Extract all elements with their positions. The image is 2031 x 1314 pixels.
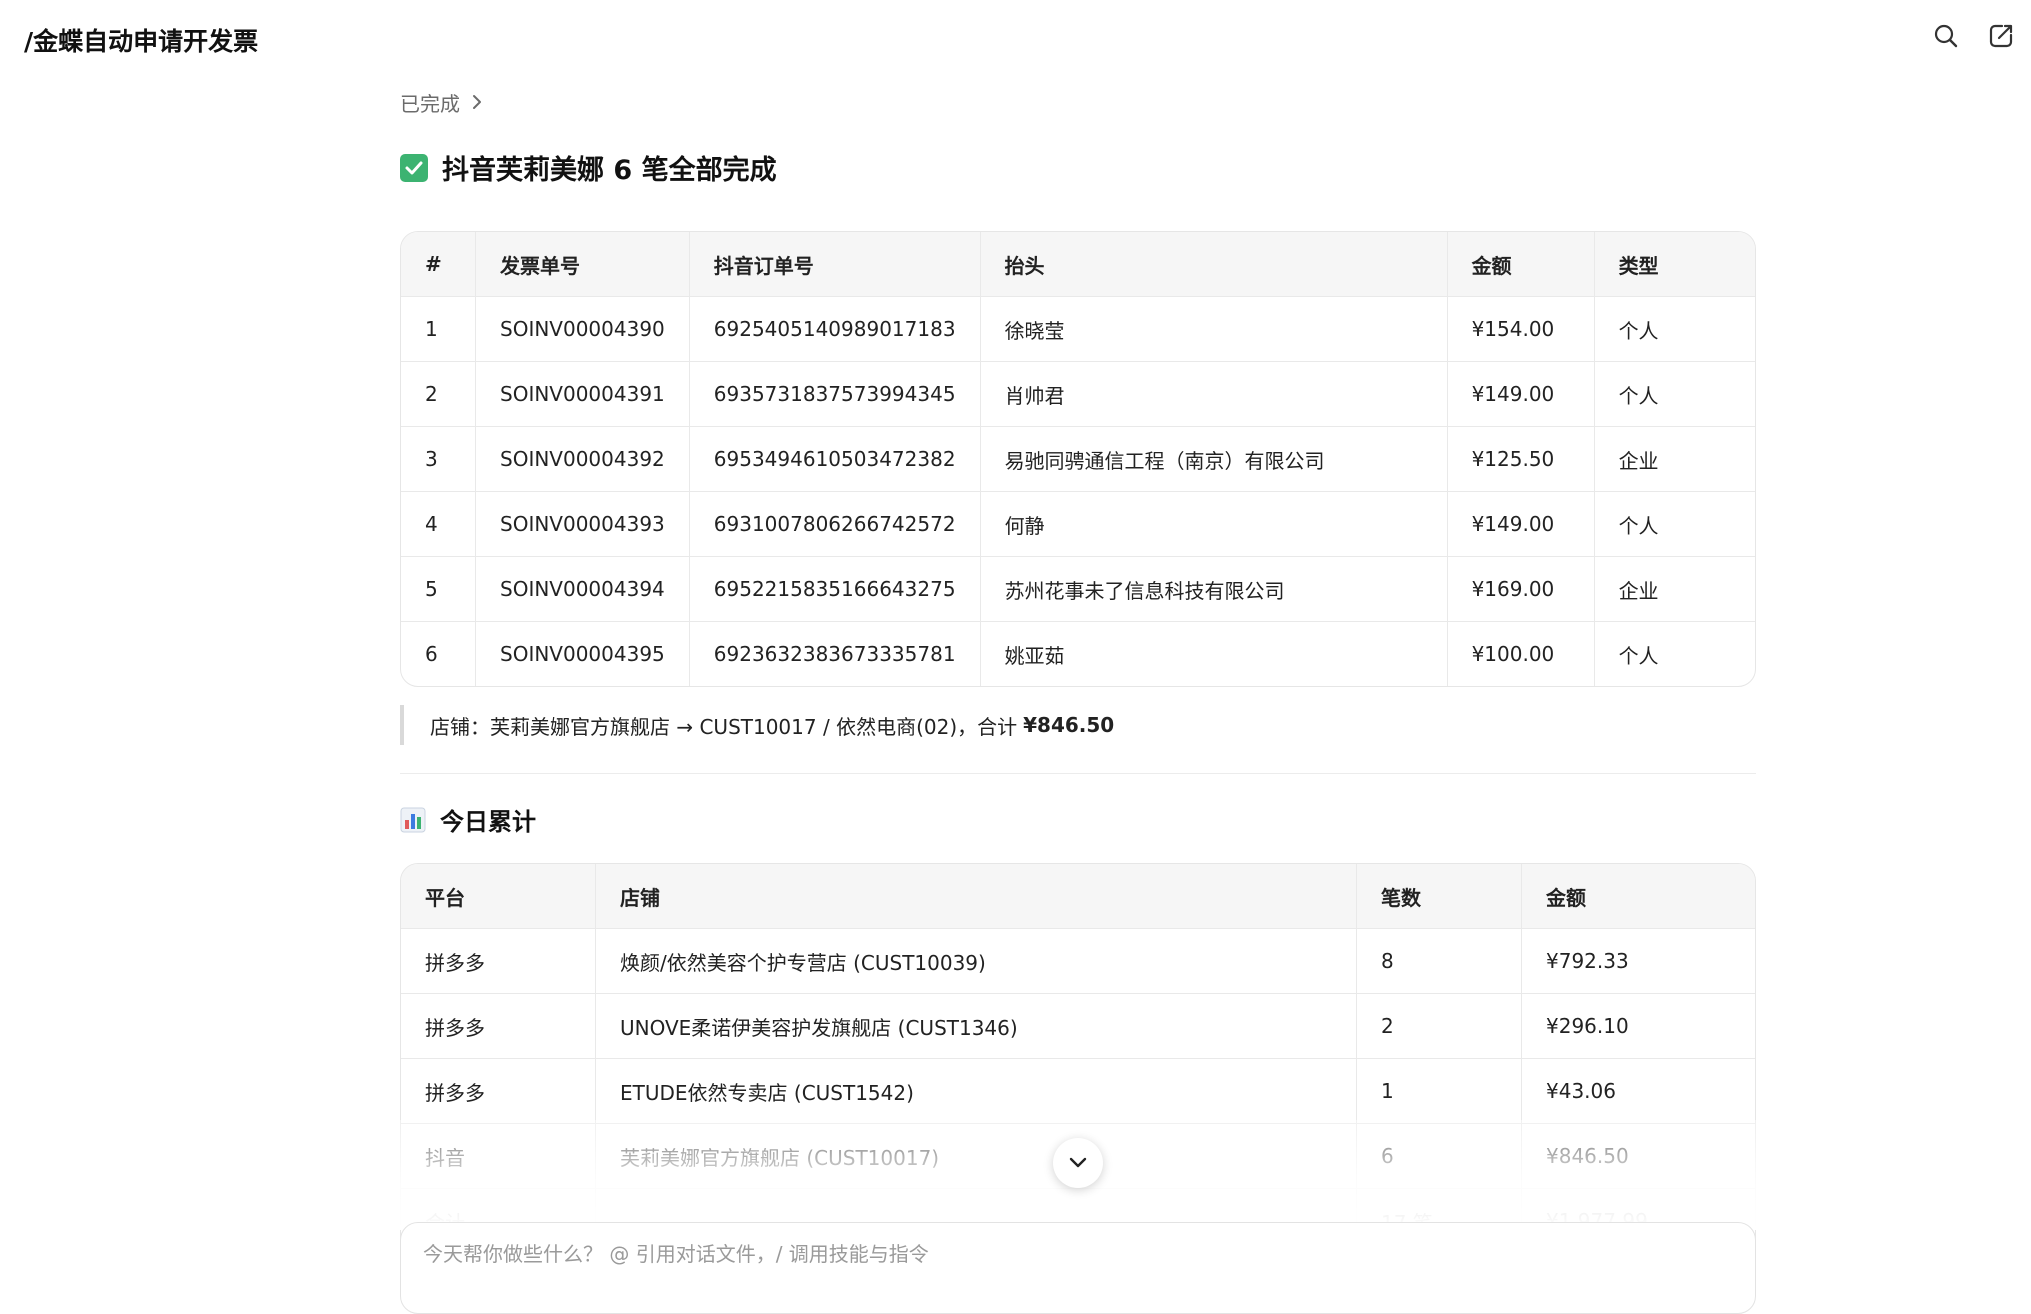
cell-order-no: 6931007806266742572 (689, 491, 981, 557)
column-header: 店铺 (595, 864, 1357, 929)
cell-order-no: 6923632383673335781 (689, 621, 981, 686)
store-summary-note: 店铺：芙莉美娜官方旗舰店 → CUST10017 / 依然电商(02)，合计 ¥… (400, 705, 1756, 745)
cell-count: 1 (1356, 1058, 1522, 1124)
cell-store: ETUDE依然专卖店 (CUST1542) (595, 1058, 1357, 1124)
scroll-to-bottom-button[interactable] (1053, 1138, 1103, 1188)
cell-index: 3 (401, 426, 476, 492)
column-header: 类型 (1594, 232, 1755, 297)
status-toggle[interactable]: 已完成 (400, 80, 484, 124)
table-row: 2 SOINV00004391 6935731837573994345 肖帅君 … (401, 361, 1755, 427)
cell-amount: ¥792.33 (1521, 928, 1755, 994)
cell-index: 6 (401, 621, 476, 686)
table-row: 6 SOINV00004395 6923632383673335781 姚亚茹 … (401, 621, 1755, 686)
cell-buyer: 肖帅君 (980, 361, 1448, 427)
cell-store: 焕颜/依然美容个护专营店 (CUST10039) (595, 928, 1357, 994)
cell-amount: ¥43.06 (1521, 1058, 1755, 1124)
daily-title: 今日累计 (440, 808, 536, 836)
cell-invoice-no: SOINV00004391 (475, 361, 690, 427)
chevron-down-icon (1069, 1157, 1087, 1168)
column-header: 抬头 (980, 232, 1448, 297)
cell-buyer: 姚亚茹 (980, 621, 1448, 686)
table-row: 5 SOINV00004394 6952215835166643275 苏州花事… (401, 556, 1755, 622)
chevron-right-icon (473, 95, 481, 109)
cell-amount: ¥154.00 (1447, 296, 1595, 362)
cell-amount: ¥296.10 (1521, 993, 1755, 1059)
cell-buyer: 何静 (980, 491, 1448, 557)
cell-count: 2 (1356, 993, 1522, 1059)
cell-invoice-no: SOINV00004392 (475, 426, 690, 492)
cell-invoice-no: SOINV00004395 (475, 621, 690, 686)
cell-order-no: 6935731837573994345 (689, 361, 981, 427)
cell-count: 6 (1356, 1123, 1522, 1189)
cell-platform: 拼多多 (401, 993, 596, 1059)
cell-type: 个人 (1594, 491, 1755, 557)
column-header: # (401, 232, 476, 297)
result-heading: 抖音芙莉美娜 6 笔全部完成 (400, 148, 1756, 187)
cell-buyer: 徐晓莹 (980, 296, 1448, 362)
cell-amount: ¥149.00 (1447, 361, 1595, 427)
cell-store: UNOVE柔诺伊美容护发旗舰店 (CUST1346) (595, 993, 1357, 1059)
cell-index: 1 (401, 296, 476, 362)
cell-type: 个人 (1594, 296, 1755, 362)
store-summary-text: 店铺：芙莉美娜官方旗舰店 → CUST10017 / 依然电商(02)，合计 (430, 714, 1018, 739)
cell-type: 企业 (1594, 556, 1755, 622)
table-row: 拼多多 ETUDE依然专卖店 (CUST1542) 1 ¥43.06 (401, 1058, 1755, 1124)
cell-amount: ¥169.00 (1447, 556, 1595, 622)
cell-invoice-no: SOINV00004394 (475, 556, 690, 622)
cell-type: 个人 (1618, 643, 1659, 668)
column-header: 金额 (1521, 864, 1755, 929)
invoice-table: # 发票单号 抖音订单号 抬头 金额 类型 1 SOINV00004390 69… (400, 231, 1756, 687)
cell-order-no: 6925405140989017183 (689, 296, 981, 362)
cell-invoice-no: SOINV00004390 (475, 296, 690, 362)
top-bar: /金蝶自动申请开发票 (0, 0, 2031, 80)
section-divider (400, 773, 1756, 774)
cell-index: 4 (401, 491, 476, 557)
cell-amount: ¥149.00 (1447, 491, 1595, 557)
cell-type: 企业 (1594, 426, 1755, 492)
table-row: 1 SOINV00004390 6925405140989017183 徐晓莹 … (401, 296, 1755, 362)
cell-platform: 拼多多 (401, 928, 596, 994)
table-row: 3 SOINV00004392 6953494610503472382 易驰同骋… (401, 426, 1755, 492)
column-header: 抖音订单号 (689, 232, 981, 297)
cell-amount: ¥846.50 (1521, 1123, 1755, 1189)
daily-summary-table: 平台 店铺 笔数 金额 拼多多 焕颜/依然美容个护专营店 (CUST10039)… (400, 863, 1756, 1254)
status-label: 已完成 (400, 91, 460, 116)
cell-amount: ¥125.50 (1447, 426, 1595, 492)
cell-type: 个人 (1594, 361, 1755, 427)
cell-order-no: 6952215835166643275 (689, 556, 981, 622)
cell-invoice-no: SOINV00004393 (475, 491, 690, 557)
table-row: 4 SOINV00004393 6931007806266742572 何静 ¥… (401, 491, 1755, 557)
store-summary-total: ¥846.50 (1023, 713, 1115, 737)
cell-amount: ¥100.00 (1447, 621, 1595, 686)
main-content: 已完成 抖音芙莉美娜 6 笔全部完成 # 发票单号 抖音订单号 抬头 金额 类型 (400, 80, 1756, 1254)
chat-composer (400, 1222, 1756, 1314)
share-icon[interactable] (1985, 20, 2017, 52)
column-header: 笔数 (1356, 864, 1522, 929)
chat-input[interactable] (421, 1241, 1725, 1267)
cell-platform: 拼多多 (401, 1058, 596, 1124)
daily-heading: 今日累计 (400, 802, 1756, 837)
cell-store: 芙莉美娜官方旗舰店 (CUST10017) (595, 1123, 1357, 1189)
result-title: 抖音芙莉美娜 6 笔全部完成 (442, 155, 777, 186)
cell-index: 2 (401, 361, 476, 427)
table-row: 拼多多 焕颜/依然美容个护专营店 (CUST10039) 8 ¥792.33 (401, 928, 1755, 994)
cell-platform: 抖音 (401, 1123, 596, 1189)
cell-order-no: 6953494610503472382 (689, 426, 981, 492)
cell-buyer: 易驰同骋通信工程（南京）有限公司 (980, 426, 1448, 492)
column-header: 金额 (1447, 232, 1595, 297)
check-mark-icon (400, 153, 428, 182)
cell-index: 5 (401, 556, 476, 622)
cell-count: 8 (1356, 928, 1522, 994)
invoice-table-header: # 发票单号 抖音订单号 抬头 金额 类型 (401, 232, 1755, 297)
search-icon[interactable] (1930, 20, 1962, 52)
bar-chart-icon (400, 807, 426, 832)
app-title: /金蝶自动申请开发票 (24, 27, 259, 56)
column-header: 平台 (401, 864, 596, 929)
table-row: 拼多多 UNOVE柔诺伊美容护发旗舰店 (CUST1346) 2 ¥296.10 (401, 993, 1755, 1059)
column-header: 发票单号 (475, 232, 690, 297)
daily-table-header: 平台 店铺 笔数 金额 (401, 864, 1755, 929)
cell-buyer: 苏州花事未了信息科技有限公司 (980, 556, 1448, 622)
